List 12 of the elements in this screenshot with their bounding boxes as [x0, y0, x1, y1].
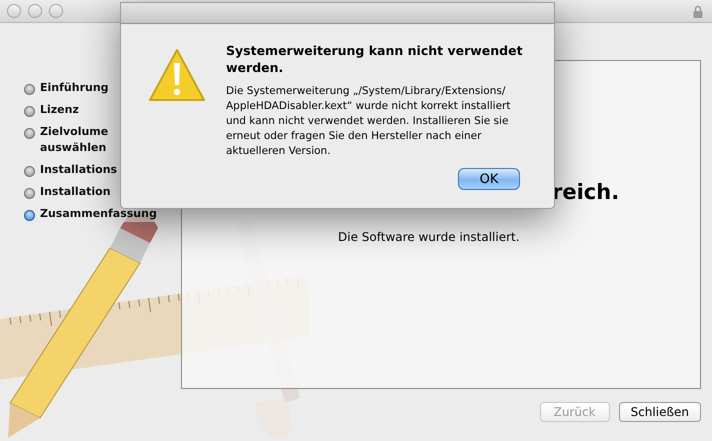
minimize-button[interactable]	[28, 4, 42, 18]
warning-icon	[148, 47, 206, 103]
step-label: Einführung	[40, 80, 109, 96]
ok-button[interactable]: OK	[458, 168, 520, 190]
content-heading: reich.	[552, 179, 620, 205]
close-button[interactable]	[7, 4, 21, 18]
alert-title: Systemerweiterung kann nicht verwendet werden.	[226, 42, 524, 76]
dialog-button[interactable]: Schließen	[618, 402, 701, 422]
zoom-button[interactable]	[49, 4, 63, 18]
content-message: Die Software wurde installiert.	[338, 230, 521, 244]
alert-message: Die Systemerweiterung „/System/Library/Extensions/ AppleHDADisabler.kext“ wurde nicht korrekt installiert und kann nicht verwendet werden. Installieren Sie sie erneut oder fragen Sie den Hersteller nach einer aktuelleren Version.	[226, 84, 512, 159]
step-label: Zusammenfassung	[40, 206, 157, 222]
